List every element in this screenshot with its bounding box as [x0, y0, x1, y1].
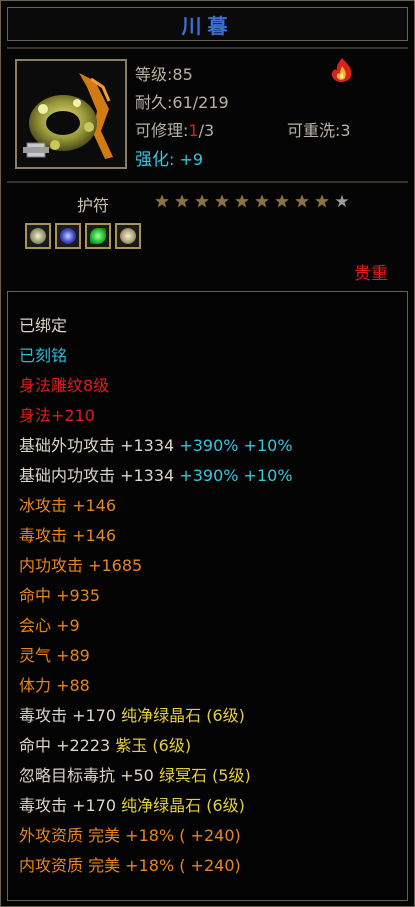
- star-filled-icon: ★: [194, 192, 210, 212]
- rewash-value: :3: [335, 121, 351, 140]
- level-label: 等级: [135, 65, 168, 84]
- internal-base-attack-value: 基础内功攻击 +1334: [19, 466, 180, 485]
- gem-slots: [25, 223, 141, 249]
- star-filled-icon: ★: [314, 192, 330, 212]
- gem-bonus-value: 毒攻击 +170: [19, 706, 122, 725]
- swirl-gem-icon[interactable]: [25, 223, 51, 249]
- gem-bonus-line: 毒攻击 +170 纯净绿晶石 (6级): [19, 792, 245, 816]
- repair-stat: 可修理:1/3: [135, 117, 214, 141]
- gem-name: 纯净绿晶石 (6级): [121, 706, 245, 725]
- carve-attribute: 身法雕纹8级: [19, 376, 110, 395]
- repair-current: 1: [188, 121, 199, 140]
- star-filled-icon: ★: [294, 192, 310, 212]
- crit: 会心 +9: [19, 616, 80, 635]
- rewash-stat: 可重洗:3: [287, 117, 351, 141]
- star-filled-icon: ★: [274, 192, 290, 212]
- star-filled-icon: ★: [154, 192, 170, 212]
- repair-label: 可修理: [135, 121, 184, 140]
- level-value: :85: [167, 65, 193, 84]
- star-filled-icon: ★: [174, 192, 190, 212]
- internal-base-attack-line: 基础内功攻击 +1334 +390% +10%: [19, 462, 293, 486]
- star-filled-icon: ★: [254, 192, 270, 212]
- enhance-stat: 强化: +9: [135, 145, 203, 170]
- flame-icon: [331, 58, 352, 82]
- level-stat: 等级:85: [135, 61, 193, 85]
- external-attack-value: 基础外功攻击 +1334: [19, 436, 180, 455]
- stamina: 体力 +88: [19, 676, 90, 695]
- green-leaf-gem-icon[interactable]: [85, 223, 111, 249]
- amulet-label: 护符: [77, 196, 110, 215]
- hit: 命中 +935: [19, 586, 101, 605]
- star-filled-icon: ★: [214, 192, 230, 212]
- durability-label: 耐久: [135, 93, 168, 112]
- durability-value: :61/219: [167, 93, 229, 112]
- gem-bonus-line: 毒攻击 +170 纯净绿晶石 (6级): [19, 702, 245, 726]
- jade-bracelet-icon: [17, 61, 125, 167]
- gem-bonus-value: 忽略目标毒抗 +50: [19, 766, 159, 785]
- item-icon-frame: [15, 59, 127, 169]
- ice-attack: 冰攻击 +146: [19, 496, 117, 515]
- item-name-bar: 川暮: [7, 7, 408, 41]
- gem-bonus-line: 命中 +2223 紫玉 (6级): [19, 732, 191, 756]
- bound-status: 已绑定: [19, 316, 68, 335]
- external-attack-line: 基础外功攻击 +1334 +390% +10%: [19, 432, 293, 456]
- agility-attribute: 身法+210: [19, 406, 95, 425]
- blue-orb-gem-icon[interactable]: [55, 223, 81, 249]
- swirl-gem-icon[interactable]: [115, 223, 141, 249]
- divider: [7, 181, 408, 183]
- internal-quality: 内攻资质 完美 +18% ( +240): [19, 856, 241, 875]
- star-filled-icon: ★: [234, 192, 250, 212]
- repair-total: /3: [198, 121, 215, 140]
- gem-bonus-value: 毒攻击 +170: [19, 796, 122, 815]
- divider: [7, 47, 408, 49]
- gem-bonus-value: 命中 +2223: [19, 736, 116, 755]
- enhance-label: 强化: [135, 150, 169, 170]
- rewash-label: 可重洗: [287, 121, 336, 140]
- enhance-value: : +9: [169, 150, 204, 169]
- rarity-label: 贵重: [354, 264, 388, 284]
- item-tooltip: 川暮 等级:85 耐久:61/219 可修理:1/3 可重洗:3 强化: +9 …: [0, 0, 415, 907]
- poison-attack: 毒攻击 +146: [19, 526, 117, 545]
- spirit: 灵气 +89: [19, 646, 90, 665]
- durability-stat: 耐久:61/219: [135, 89, 229, 113]
- internal-base-attack-bonus: +390% +10%: [179, 466, 293, 485]
- attribute-panel: 已绑定 已刻铭 身法雕纹8级 身法+210 基础外功攻击 +1334 +390%…: [7, 291, 408, 901]
- star-rating: ★ ★ ★ ★ ★ ★ ★ ★ ★ ★: [153, 193, 351, 211]
- gem-name: 紫玉 (6级): [115, 736, 192, 755]
- gem-bonus-line: 忽略目标毒抗 +50 绿冥石 (5级): [19, 762, 251, 786]
- gem-name: 绿冥石 (5级): [158, 766, 251, 785]
- internal-attack: 内功攻击 +1685: [19, 556, 143, 575]
- star-empty-icon: ★: [334, 192, 350, 212]
- gem-name: 纯净绿晶石 (6级): [121, 796, 245, 815]
- item-name: 川暮: [181, 13, 234, 38]
- external-attack-bonus: +390% +10%: [179, 436, 293, 455]
- external-quality: 外攻资质 完美 +18% ( +240): [19, 826, 241, 845]
- engraved-status: 已刻铭: [19, 346, 68, 365]
